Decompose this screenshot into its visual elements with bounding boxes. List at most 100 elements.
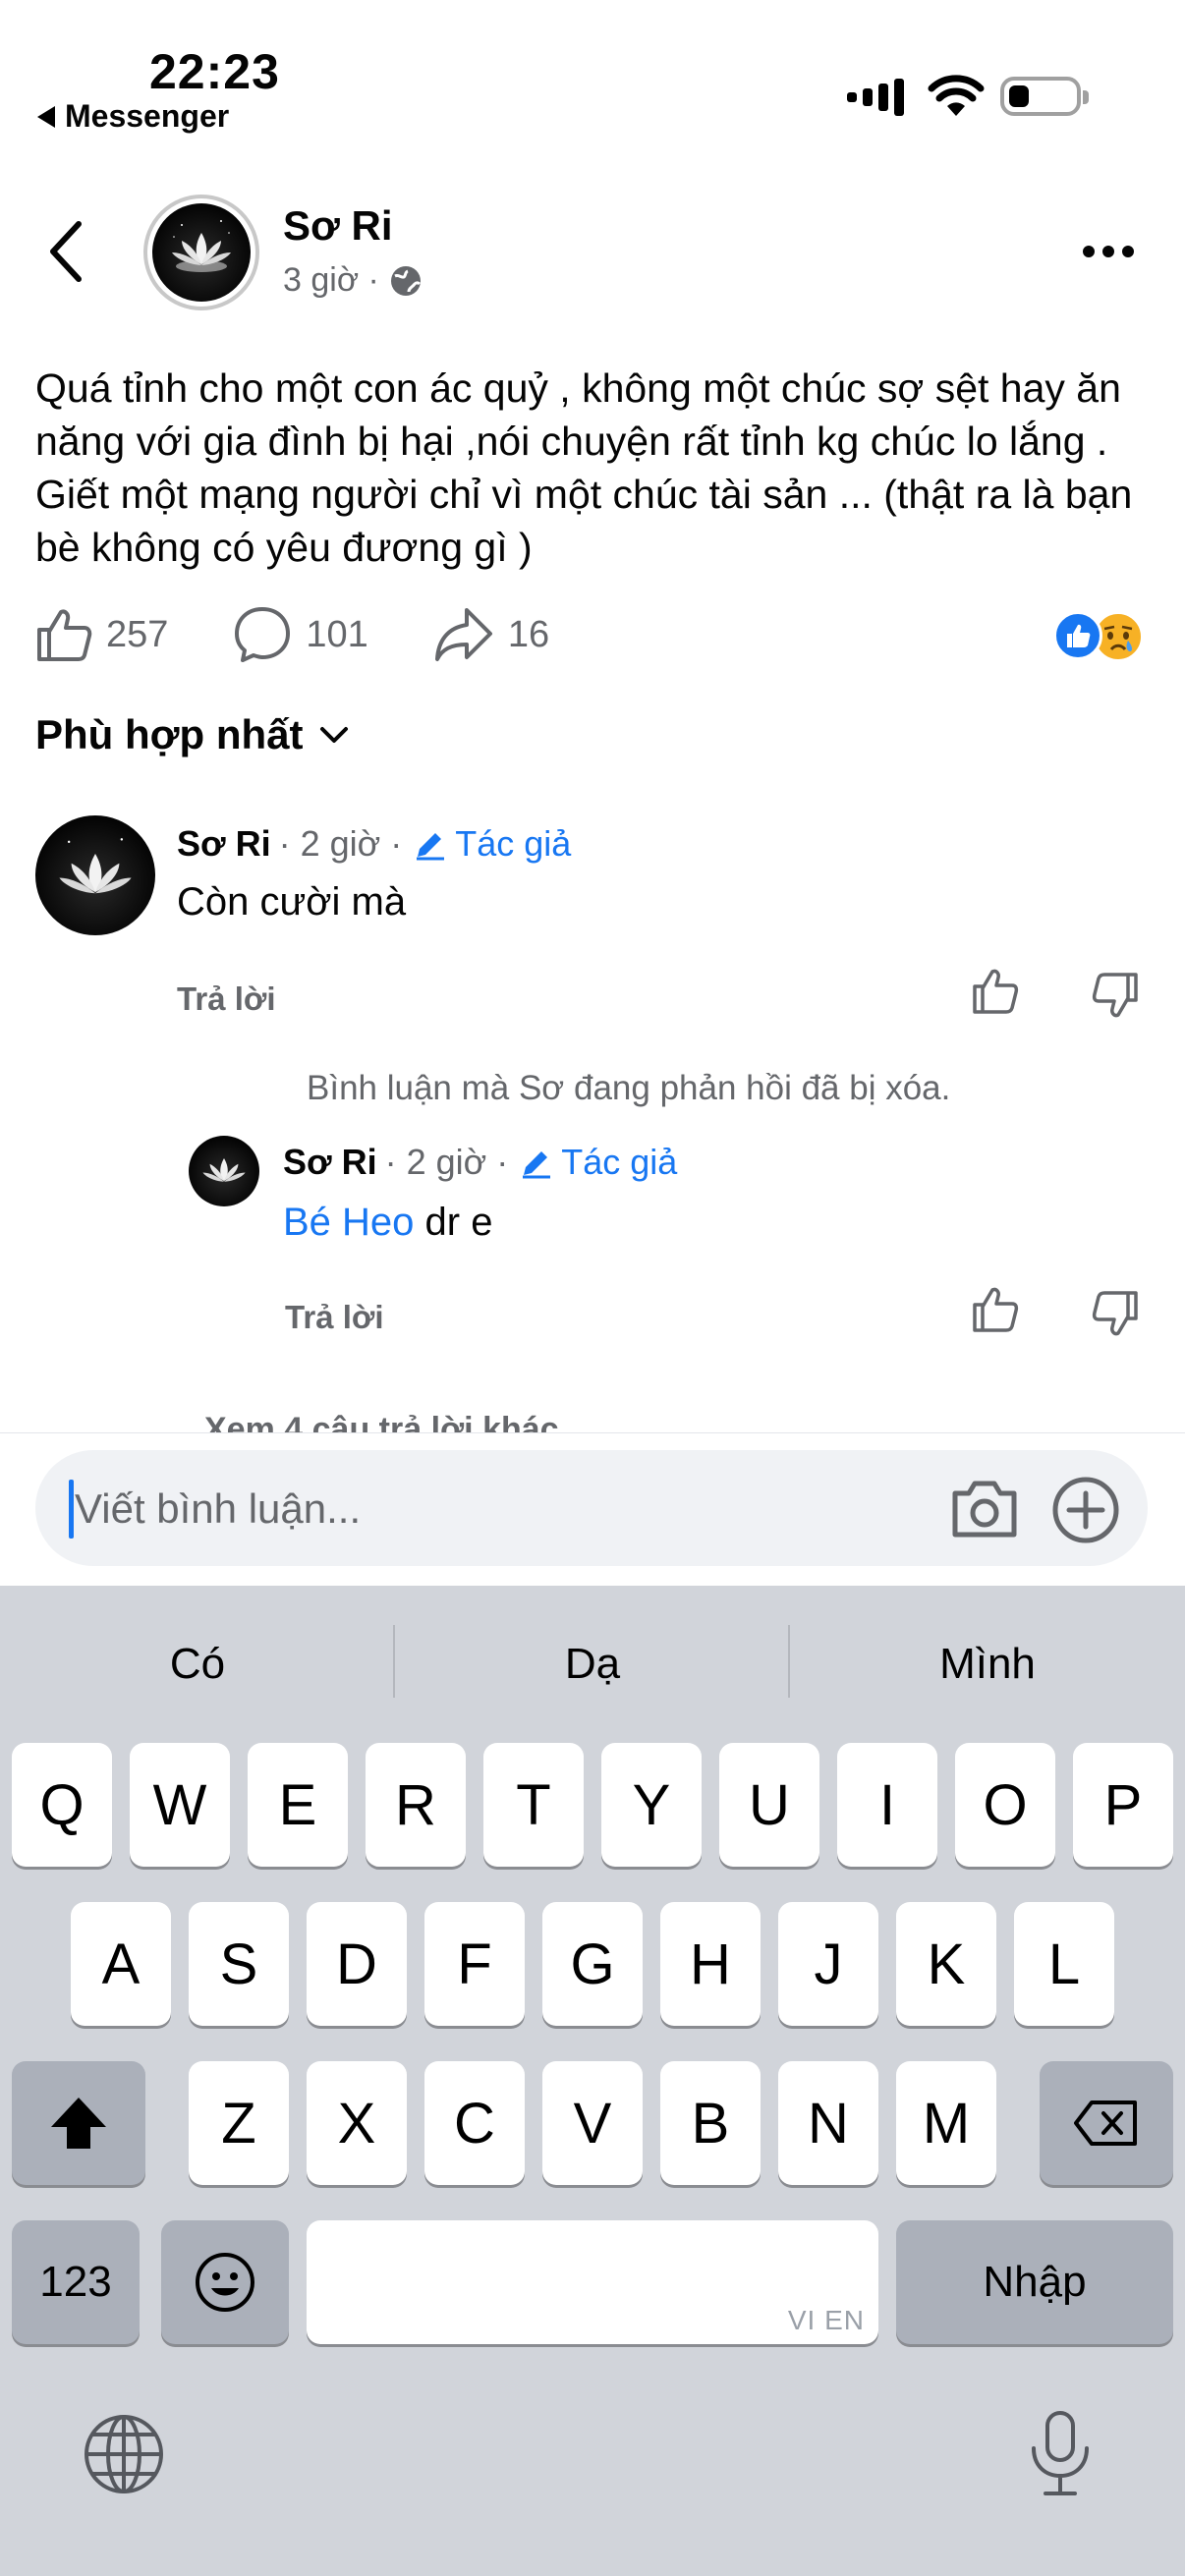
key-f[interactable]: F xyxy=(424,1902,525,2026)
post-action-bar: 257 101 16 xyxy=(35,601,614,668)
text-cursor xyxy=(69,1480,74,1539)
reply-text-body: dr e xyxy=(414,1201,493,1244)
key-u[interactable]: U xyxy=(719,1743,819,1867)
share-icon xyxy=(434,608,492,661)
emoji-key[interactable] xyxy=(161,2220,289,2344)
add-attachment-icon[interactable] xyxy=(1051,1476,1120,1544)
key-r[interactable]: R xyxy=(366,1743,466,1867)
key-w[interactable]: W xyxy=(130,1743,230,1867)
shift-arrow-icon xyxy=(51,2098,106,2149)
key-y[interactable]: Y xyxy=(601,1743,702,1867)
comment-icon xyxy=(235,607,291,662)
key-h[interactable]: H xyxy=(660,1902,761,2026)
reply-header: Sơ Ri · 2 giờ · Tác giả xyxy=(283,1142,677,1183)
back-to-messenger-link[interactable]: Messenger xyxy=(37,98,229,135)
key-m[interactable]: M xyxy=(896,2061,996,2185)
space-key[interactable]: VI EN xyxy=(307,2220,878,2344)
key-a[interactable]: A xyxy=(71,1902,171,2026)
post-author-avatar[interactable] xyxy=(143,195,259,310)
like-reaction-icon xyxy=(1053,611,1102,660)
sort-label: Phù hợp nhất xyxy=(35,711,304,757)
key-j[interactable]: J xyxy=(778,1902,878,2026)
reaction-summary[interactable] xyxy=(1053,611,1144,662)
post-meta: 3 giờ · xyxy=(283,261,423,300)
backspace-icon xyxy=(1074,2100,1137,2146)
shift-key[interactable] xyxy=(12,2061,145,2185)
comment-input-placeholder: Viết bình luận... xyxy=(75,1485,362,1532)
post-text: Quá tỉnh cho một con ác quỷ , không một … xyxy=(35,365,1133,570)
globe-keyboard-icon[interactable] xyxy=(83,2413,165,2495)
reply-author-avatar[interactable] xyxy=(189,1136,259,1206)
comment-time: · 2 giờ · xyxy=(278,823,403,864)
key-t[interactable]: T xyxy=(483,1743,584,1867)
reply-time: · 2 giờ · xyxy=(384,1142,509,1182)
chevron-down-icon xyxy=(319,727,348,743)
key-k[interactable]: K xyxy=(896,1902,996,2026)
post-time: 3 giờ · xyxy=(283,261,379,299)
key-n[interactable]: N xyxy=(778,2061,878,2185)
comment-author-avatar[interactable] xyxy=(35,815,155,935)
reply-button[interactable]: Trả lời xyxy=(177,980,276,1018)
camera-icon[interactable] xyxy=(949,1478,1020,1540)
comment-like-icon[interactable] xyxy=(971,967,1020,1016)
cellular-signal-icon xyxy=(847,79,904,116)
reply-reply-button[interactable]: Trả lời xyxy=(285,1299,384,1336)
key-x[interactable]: X xyxy=(307,2061,407,2185)
like-count: 257 xyxy=(106,613,169,655)
back-app-label: Messenger xyxy=(65,98,230,134)
author-badge-label: Tác giả xyxy=(455,823,572,864)
author-badge: Tác giả xyxy=(414,823,571,865)
key-v[interactable]: V xyxy=(542,2061,643,2185)
reply-like-icon[interactable] xyxy=(971,1285,1020,1334)
language-tag: VI EN xyxy=(787,2305,865,2335)
status-time: 22:23 xyxy=(149,44,280,99)
wifi-icon xyxy=(928,75,985,116)
key-p[interactable]: P xyxy=(1073,1743,1173,1867)
suggestion-2[interactable]: Dạ xyxy=(395,1625,790,1704)
suggestion-divider xyxy=(788,1625,790,1698)
comment-text: Còn cười mà xyxy=(177,880,407,924)
suggestion-1[interactable]: Có xyxy=(0,1625,395,1704)
key-g[interactable]: G xyxy=(542,1902,643,2026)
comment-header: Sơ Ri · 2 giờ · Tác giả xyxy=(177,823,571,865)
reply-author-name[interactable]: Sơ Ri xyxy=(283,1142,377,1183)
emoji-icon xyxy=(196,2253,254,2312)
post-author-name[interactable]: Sơ Ri xyxy=(283,202,393,250)
battery-icon xyxy=(1000,77,1089,116)
comment-button[interactable]: 101 xyxy=(233,605,368,664)
pencil-icon xyxy=(417,833,445,861)
reply-author-badge: Tác giả xyxy=(520,1142,677,1183)
return-key[interactable]: Nhập xyxy=(896,2220,1173,2344)
backspace-key[interactable] xyxy=(1040,2061,1173,2185)
like-button[interactable]: 257 xyxy=(35,606,168,663)
key-d[interactable]: D xyxy=(307,1902,407,2026)
back-arrow-icon[interactable] xyxy=(47,220,86,283)
reply-dislike-icon[interactable] xyxy=(1091,1289,1140,1338)
keyboard: Có Dạ Mình Q W E R T Y U I O P A S D F G… xyxy=(0,1586,1185,2576)
key-i[interactable]: I xyxy=(837,1743,937,1867)
suggestion-3[interactable]: Mình xyxy=(790,1625,1185,1704)
numbers-key[interactable]: 123 xyxy=(12,2220,140,2344)
pencil-icon xyxy=(523,1151,551,1179)
like-icon xyxy=(37,609,92,661)
more-options-icon[interactable] xyxy=(1083,246,1134,257)
share-button[interactable]: 16 xyxy=(433,606,549,663)
comment-author-name[interactable]: Sơ Ri xyxy=(177,823,271,865)
key-c[interactable]: C xyxy=(424,2061,525,2185)
key-l[interactable]: L xyxy=(1014,1902,1114,2026)
key-o[interactable]: O xyxy=(955,1743,1055,1867)
comment-sort-dropdown[interactable]: Phù hợp nhất xyxy=(35,711,349,758)
key-b[interactable]: B xyxy=(660,2061,761,2185)
mention-link[interactable]: Bé Heo xyxy=(283,1201,414,1244)
key-e[interactable]: E xyxy=(248,1743,348,1867)
microphone-icon[interactable] xyxy=(1026,2409,1095,2499)
deleted-comment-notice: Bình luận mà Sơ đang phản hồi đã bị xóa. xyxy=(307,1069,951,1107)
globe-icon xyxy=(390,265,421,296)
comment-count: 101 xyxy=(306,613,368,655)
suggestion-bar: Có Dạ Mình xyxy=(0,1625,1185,1704)
key-s[interactable]: S xyxy=(189,1902,289,2026)
comment-dislike-icon[interactable] xyxy=(1091,971,1140,1020)
share-count: 16 xyxy=(507,613,550,655)
key-z[interactable]: Z xyxy=(189,2061,289,2185)
key-q[interactable]: Q xyxy=(12,1743,112,1867)
